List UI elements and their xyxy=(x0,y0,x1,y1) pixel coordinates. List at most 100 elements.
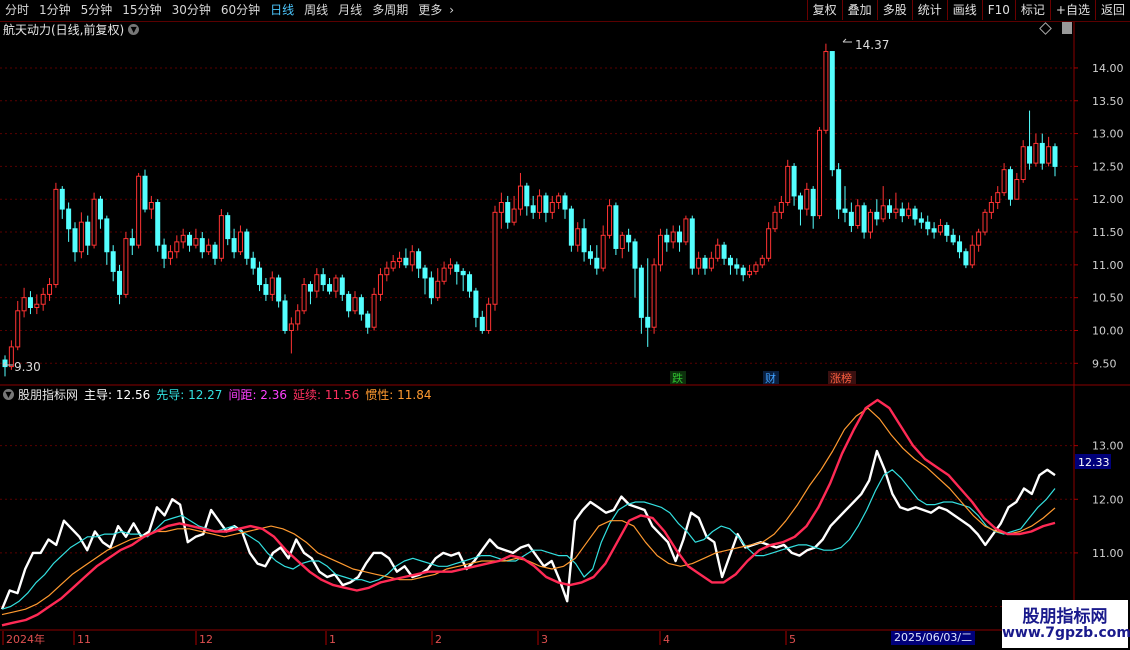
candle-body xyxy=(467,274,473,292)
candle-body xyxy=(645,316,651,328)
candle-body xyxy=(257,267,263,286)
candle-body xyxy=(568,208,574,246)
candle-body xyxy=(282,300,288,331)
candle-body xyxy=(810,188,816,217)
candle-body xyxy=(931,228,937,233)
event-tag-fall[interactable]: 跌 xyxy=(672,371,683,385)
watermark: 股朋指标网 www.7gpzb.com xyxy=(1002,600,1130,648)
candle-body xyxy=(371,293,377,328)
chevron-right-icon[interactable]: › xyxy=(447,0,456,21)
candle-body xyxy=(428,277,434,299)
toolbar-button[interactable]: 返回 xyxy=(1094,0,1130,20)
time-label: 12 xyxy=(199,633,213,646)
period-tab[interactable]: 30分钟 xyxy=(167,0,216,21)
candle-body xyxy=(390,261,396,269)
candle-body xyxy=(167,251,173,259)
chevron-down-icon[interactable]: ▼ xyxy=(3,388,14,400)
candle-body xyxy=(155,202,161,246)
candle-body xyxy=(855,205,861,226)
candle-body xyxy=(861,205,867,233)
candle-body xyxy=(78,221,84,253)
candle-body xyxy=(721,244,727,259)
candle-body xyxy=(358,297,364,315)
candle-body xyxy=(517,185,523,210)
candle-body xyxy=(314,274,320,292)
toolbar-button[interactable]: +自选 xyxy=(1049,0,1095,20)
candle-body xyxy=(1020,146,1026,181)
candle-body xyxy=(791,165,797,197)
event-tag-finance[interactable]: 财 xyxy=(765,371,776,385)
period-tab[interactable]: 15分钟 xyxy=(117,0,166,21)
candle-body xyxy=(237,231,243,253)
event-tag-bg xyxy=(763,371,779,384)
candle-body xyxy=(97,198,103,220)
stock-title-row: 航天动力(日线,前复权) ▼ xyxy=(0,21,140,37)
price-tick-label: 11.00 xyxy=(1092,259,1124,272)
period-tab[interactable]: 60分钟 xyxy=(216,0,265,21)
indicator-line xyxy=(1,398,1056,627)
toolbar-button[interactable]: 标记 xyxy=(1014,0,1050,20)
candle-body xyxy=(333,277,339,292)
toolbar-button[interactable]: 复权 xyxy=(806,0,842,20)
scrollbar-thumb[interactable] xyxy=(1062,22,1072,34)
toolbar-button[interactable]: 画线 xyxy=(946,0,982,20)
candle-body xyxy=(441,267,447,282)
period-tab[interactable]: 月线 xyxy=(333,0,367,21)
toolbar-button[interactable]: 叠加 xyxy=(841,0,877,20)
toolbar-button[interactable]: F10 xyxy=(981,0,1015,20)
candle-body xyxy=(492,211,498,305)
candle-body xyxy=(1033,142,1039,164)
candle-body xyxy=(27,297,33,309)
candle-body xyxy=(2,359,8,368)
candle-body xyxy=(339,277,345,295)
candle-body xyxy=(543,195,549,213)
price-tick-label: 13.50 xyxy=(1092,95,1124,108)
candle-body xyxy=(435,280,441,299)
candle-body xyxy=(250,257,256,269)
indicator-field: 主导: 12.56 xyxy=(84,387,151,402)
candle-body xyxy=(123,238,129,295)
period-tab[interactable]: 日线 xyxy=(265,0,299,21)
period-tab[interactable]: 更多 xyxy=(413,0,447,21)
candle-body xyxy=(817,129,823,217)
toolbar-button[interactable]: 统计 xyxy=(911,0,947,20)
price-tick-label: 14.00 xyxy=(1092,62,1124,75)
candle-body xyxy=(1014,179,1020,200)
event-tag-rise-list[interactable]: 涨榜 xyxy=(830,371,852,385)
indicator-name[interactable]: 股朋指标网 xyxy=(18,386,78,403)
candle-body xyxy=(129,238,135,246)
candle-body xyxy=(632,241,638,269)
candle-body xyxy=(218,215,224,259)
candle-body xyxy=(874,211,880,220)
chevron-down-icon[interactable]: ▼ xyxy=(128,23,140,35)
candle-body xyxy=(142,175,148,210)
candle-body xyxy=(556,195,562,204)
toolbar-button[interactable]: 多股 xyxy=(876,0,912,20)
period-tab[interactable]: 周线 xyxy=(299,0,333,21)
candle-body xyxy=(906,208,912,217)
watermark-title: 股朋指标网 xyxy=(1022,607,1108,627)
candle-body xyxy=(34,303,40,309)
candle-body xyxy=(320,274,326,286)
candle-body xyxy=(594,257,600,269)
candle-body xyxy=(1046,146,1052,164)
candle-body xyxy=(607,205,613,236)
price-tick-label: 12.00 xyxy=(1092,193,1124,206)
time-label: 2024年 xyxy=(6,632,45,646)
indicator-field: 延续: 11.56 xyxy=(293,387,360,402)
diamond-icon[interactable] xyxy=(1039,22,1052,35)
period-tab[interactable]: 1分钟 xyxy=(34,0,76,21)
event-tag-bg xyxy=(670,371,686,384)
candle-body xyxy=(950,234,956,243)
period-tab[interactable]: 分时 xyxy=(0,0,34,21)
candle-body xyxy=(524,185,530,207)
candle-body xyxy=(460,270,466,276)
candle-body xyxy=(15,310,21,348)
indicator-field: 先导: 12.27 xyxy=(156,387,223,402)
indicator-line xyxy=(0,449,1056,610)
price-tick-label: 9.50 xyxy=(1092,357,1117,370)
period-tab[interactable]: 5分钟 xyxy=(76,0,118,21)
indicator-tick-label: 13.00 xyxy=(1092,440,1124,453)
period-tab[interactable]: 多周期 xyxy=(367,0,413,21)
candle-body xyxy=(346,293,352,312)
